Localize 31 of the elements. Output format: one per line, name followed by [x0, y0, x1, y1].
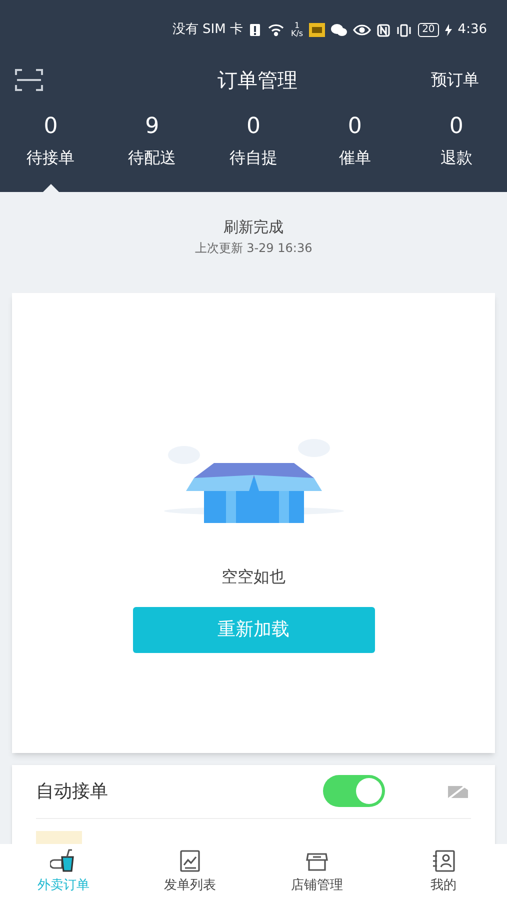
- bottom-nav-item[interactable]: 店铺管理: [254, 844, 380, 900]
- order-status-tab[interactable]: 0 催单: [304, 100, 406, 192]
- speed-value: 1: [294, 22, 300, 30]
- vibrate-icon: [396, 24, 412, 36]
- app-notification-icon: [309, 23, 326, 37]
- eye-icon: [353, 24, 372, 36]
- nfc-icon: [377, 24, 390, 36]
- refresh-status: 刷新完成: [224, 217, 284, 238]
- chat-icon: [331, 23, 348, 37]
- battery-indicator: 20: [418, 23, 439, 37]
- order-status-tab[interactable]: 0 待自提: [202, 100, 304, 192]
- order-status-tab[interactable]: 9 待配送: [101, 100, 203, 192]
- charging-icon: [444, 24, 452, 36]
- toggle-switch[interactable]: [323, 775, 385, 807]
- time-text: 4:36: [458, 21, 487, 40]
- wifi-icon: [266, 23, 285, 37]
- bottom-nav-item[interactable]: 发单列表: [126, 844, 254, 900]
- empty-message: 空空如也: [222, 566, 286, 588]
- page-title: 订单管理: [216, 67, 298, 94]
- preorder-button[interactable]: 预订单: [431, 68, 493, 92]
- profile-card-icon: [430, 848, 457, 874]
- speed-unit: K/s: [290, 30, 304, 38]
- alert-icon: [248, 23, 261, 37]
- order-status-tab[interactable]: 0 待接单: [0, 100, 102, 192]
- drink-icon: [50, 848, 76, 874]
- scan-icon[interactable]: [14, 67, 44, 93]
- order-status-tab[interactable]: 0 退款: [406, 100, 507, 192]
- carrier-text: 没有 SIM 卡: [172, 21, 243, 40]
- bottom-nav-item[interactable]: 我的: [380, 844, 507, 900]
- setting-label: 自动接单: [36, 780, 109, 804]
- last-update-text: 上次更新 3-29 16:36: [194, 240, 312, 256]
